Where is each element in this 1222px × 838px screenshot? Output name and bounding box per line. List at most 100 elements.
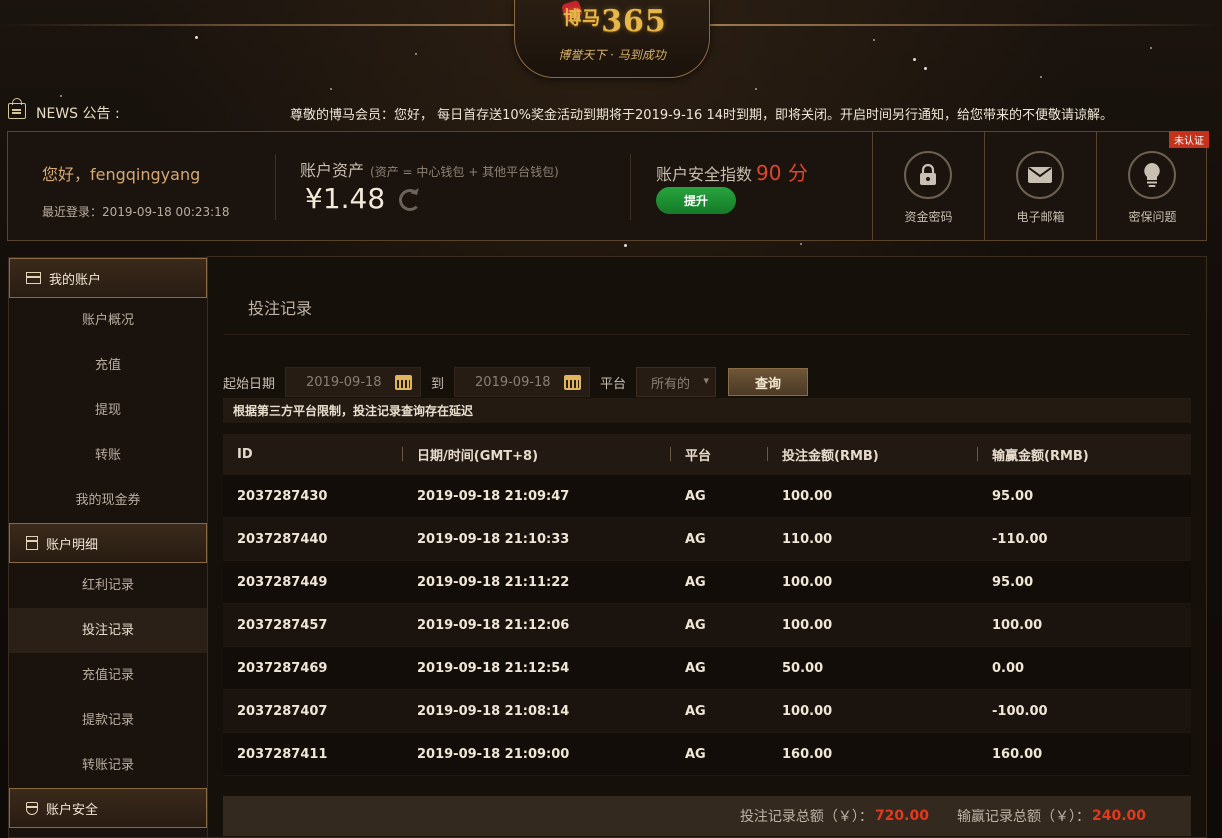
- asset-title-text: 账户资产: [300, 161, 365, 180]
- logo-brand-char: 博马: [563, 8, 602, 29]
- end-date-value: 2019-09-18: [475, 374, 551, 390]
- asset-note: (资产 = 中心钱包 + 其他平台钱包): [370, 165, 559, 179]
- lightbulb-icon: [1128, 151, 1176, 199]
- cell-bet-amount: 110.00: [782, 531, 833, 547]
- cell-id: 2037287440: [237, 531, 328, 547]
- refresh-icon[interactable]: [399, 189, 421, 211]
- logo[interactable]: 博马365: [555, 4, 675, 44]
- asset-title: 账户资产 (资产 = 中心钱包 + 其他平台钱包): [300, 157, 559, 181]
- title-divider: [224, 334, 1190, 335]
- cell-platform: AG: [685, 746, 706, 762]
- account-summary-panel: 您好，fengqingyang 最近登录：2019-09-18 00:23:18…: [7, 131, 1209, 241]
- query-button[interactable]: 查询: [728, 368, 809, 396]
- news-ticker[interactable]: 尊敬的博马会员：您好， 每日首存送10%奖金活动到期将于2019-9-16 14…: [290, 104, 1113, 123]
- security-card-security-question[interactable]: 密保问题 未认证: [1096, 131, 1209, 240]
- filter-bar: 起始日期 2019-09-18 到 2019-09-18 平台 所有的 查询: [223, 367, 809, 397]
- table-header-row: ID 日期/时间(GMT+8) 平台 投注金额(RMB) 输赢金额(RMB): [223, 434, 1191, 475]
- cell-win-amount: 95.00: [992, 574, 1034, 590]
- table-row: 2037287449 2019-09-18 21:11:22 AG 100.00…: [223, 561, 1191, 604]
- greeting: 您好，fengqingyang: [42, 165, 201, 184]
- sidebar-item-coupons[interactable]: 我的现金券: [9, 478, 207, 523]
- sidebar-section-account-details[interactable]: 账户明细: [9, 523, 207, 563]
- column-header-text: 输赢金额(RMB): [992, 448, 1089, 464]
- cell-win-amount: 160.00: [992, 746, 1043, 762]
- sidebar-item-bet-records[interactable]: 投注记录: [9, 608, 207, 653]
- sidebar-item-overview[interactable]: 账户概况: [9, 298, 207, 343]
- start-date-input[interactable]: 2019-09-18: [285, 367, 422, 397]
- win-total-value: 240.00: [1091, 808, 1146, 824]
- totals-bar: 投注记录总额（￥）： 720.00 输赢记录总额（￥）： 240.00: [223, 796, 1191, 836]
- column-header-text: 平台: [685, 448, 712, 464]
- end-date-input[interactable]: 2019-09-18: [454, 367, 591, 397]
- table-row: 2037287407 2019-09-18 21:08:14 AG 100.00…: [223, 690, 1191, 733]
- cell-datetime: 2019-09-18 21:11:22: [417, 574, 570, 590]
- sidebar-item-deposit[interactable]: 充值: [9, 343, 207, 388]
- start-date-label: 起始日期: [223, 376, 276, 392]
- news-label: NEWS 公告 :: [36, 106, 120, 122]
- sidebar-section-title: 我的账户: [49, 272, 102, 288]
- security-card-fund-password[interactable]: 资金密码: [872, 132, 984, 240]
- calculator-icon: [26, 536, 38, 550]
- sidebar-item-withdraw[interactable]: 提现: [9, 388, 207, 433]
- start-date-value: 2019-09-18: [306, 374, 382, 390]
- cell-id: 2037287449: [237, 574, 328, 590]
- cell-platform: AG: [685, 617, 706, 633]
- sidebar-section-my-account[interactable]: 我的账户: [9, 258, 207, 298]
- security-cards: 资金密码 电子邮箱 密保问题 未认证: [872, 131, 1209, 240]
- last-login: 最近登录：2019-09-18 00:23:18: [42, 205, 230, 219]
- column-separator: [767, 446, 768, 461]
- column-header-text: 日期/时间(GMT+8): [417, 448, 539, 464]
- delay-notice: 根据第三方平台限制，投注记录查询存在延迟: [223, 398, 1191, 423]
- platform-select[interactable]: 所有的: [636, 367, 717, 397]
- security-card-label: 密保问题: [1128, 210, 1177, 224]
- column-header-bet-amount: 投注金额(RMB): [767, 445, 978, 464]
- unverified-badge: 未认证: [1169, 131, 1209, 148]
- cell-id: 2037287407: [237, 703, 328, 719]
- calendar-icon[interactable]: [564, 374, 582, 390]
- logo-slogan: 博誉天下 · 马到成功: [558, 48, 666, 62]
- cell-platform: AG: [685, 660, 706, 676]
- security-title: 账户安全指数: [656, 165, 753, 184]
- column-header-id: ID: [237, 446, 253, 462]
- cell-id: 2037287411: [237, 746, 328, 762]
- column-header-platform: 平台: [670, 445, 768, 464]
- sidebar-section-title: 账户安全: [46, 802, 99, 818]
- cell-datetime: 2019-09-18 21:12:06: [417, 617, 570, 633]
- cell-win-amount: 0.00: [992, 660, 1025, 676]
- sidebar-item-deposit-records[interactable]: 充值记录: [9, 653, 207, 698]
- cell-bet-amount: 100.00: [782, 617, 833, 633]
- divider: [275, 154, 276, 220]
- upgrade-button[interactable]: 提升: [656, 187, 736, 214]
- calendar-icon[interactable]: [395, 374, 413, 390]
- security-card-label: 资金密码: [904, 210, 953, 224]
- sidebar: 我的账户 账户概况 充值 提现 转账 我的现金券 账户明细 红利记录 投注记录 …: [8, 257, 208, 838]
- cell-bet-amount: 100.00: [782, 574, 833, 590]
- sidebar-item-withdraw-records[interactable]: 提款记录: [9, 698, 207, 743]
- sidebar-item-bonus-records[interactable]: 红利记录: [9, 563, 207, 608]
- cell-win-amount: -100.00: [992, 703, 1048, 719]
- cell-platform: AG: [685, 703, 706, 719]
- cell-platform: AG: [685, 531, 706, 547]
- column-header-datetime: 日期/时间(GMT+8): [402, 445, 671, 464]
- table-row: 2037287469 2019-09-18 21:12:54 AG 50.00 …: [223, 647, 1191, 690]
- cell-bet-amount: 100.00: [782, 703, 833, 719]
- cell-id: 2037287430: [237, 488, 328, 504]
- cell-id: 2037287457: [237, 617, 328, 633]
- asset-value: ¥1.48: [305, 182, 386, 215]
- security-card-label: 电子邮箱: [1016, 210, 1065, 224]
- main-content: 投注记录 起始日期 2019-09-18 到 2019-09-18 平台 所有的…: [207, 256, 1207, 838]
- cell-datetime: 2019-09-18 21:09:00: [417, 746, 570, 762]
- security-card-email[interactable]: 电子邮箱: [984, 132, 1096, 240]
- win-total-label: 输赢记录总额（￥）：: [956, 809, 1090, 825]
- cell-bet-amount: 160.00: [782, 746, 833, 762]
- sidebar-item-transfer-records[interactable]: 转账记录: [9, 743, 207, 788]
- sidebar-item-transfer[interactable]: 转账: [9, 433, 207, 478]
- cell-win-amount: 100.00: [992, 617, 1043, 633]
- divider: [630, 154, 631, 220]
- column-header-text: 投注金额(RMB): [782, 448, 879, 464]
- column-header-win-amount: 输赢金额(RMB): [977, 445, 1191, 464]
- sidebar-section-title: 账户明细: [46, 537, 99, 553]
- bet-records-table: ID 日期/时间(GMT+8) 平台 投注金额(RMB) 输赢金额(RMB) 2…: [223, 434, 1191, 776]
- sidebar-section-account-security[interactable]: 账户安全: [9, 788, 207, 828]
- table-row: 2037287430 2019-09-18 21:09:47 AG 100.00…: [223, 475, 1191, 518]
